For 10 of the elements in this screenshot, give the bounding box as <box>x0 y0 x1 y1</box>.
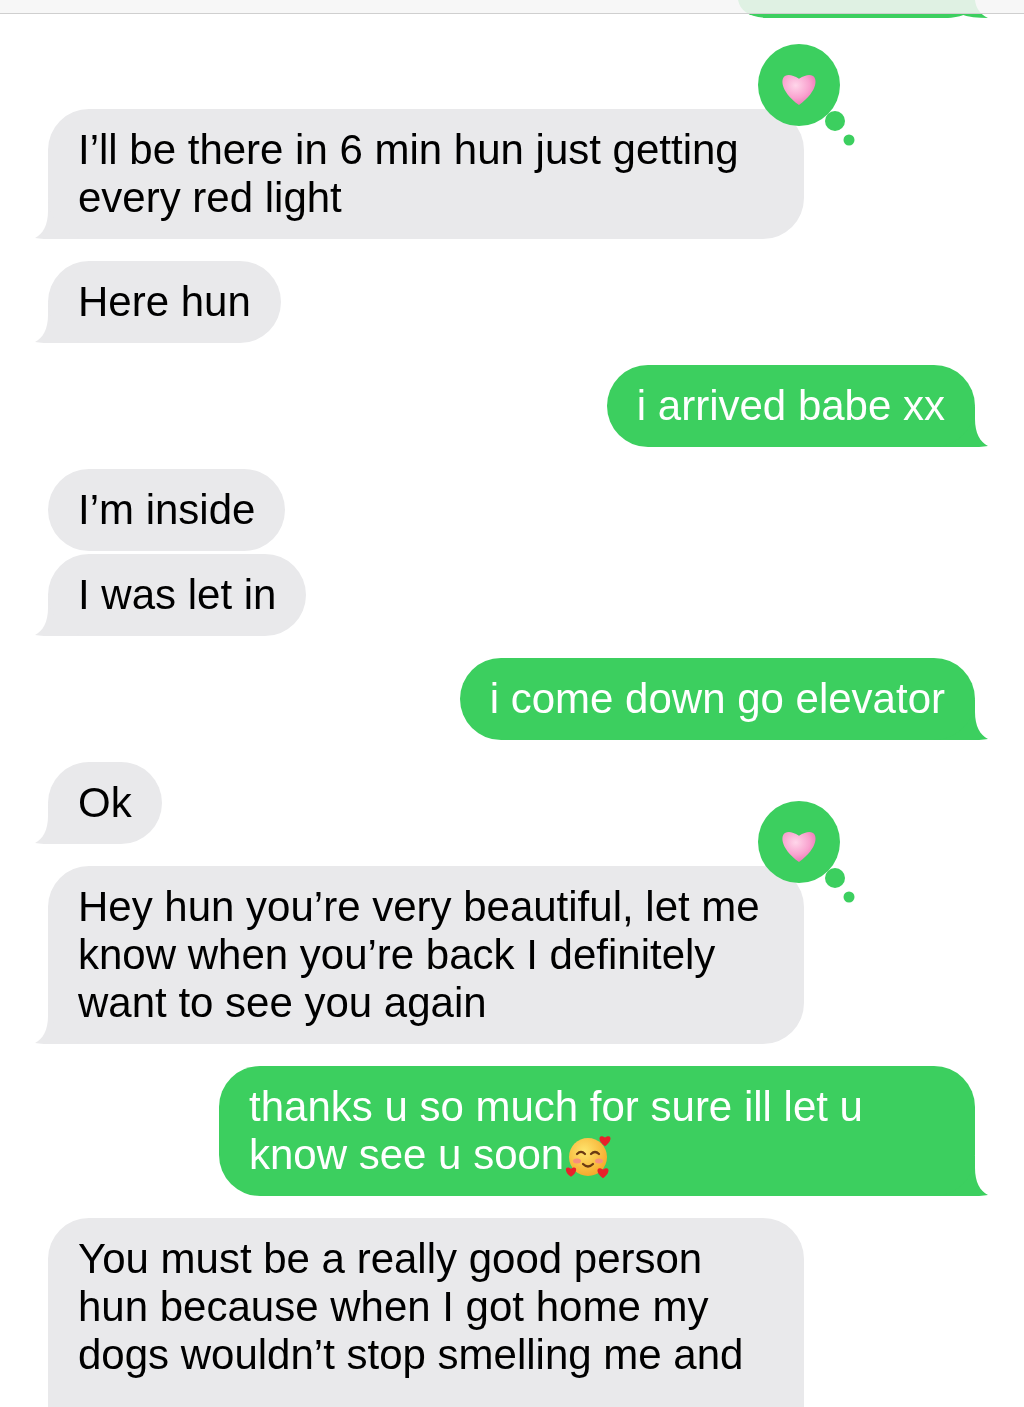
message-text: I’m inside <box>78 486 256 533</box>
message-text: i come down go elevator <box>489 675 945 722</box>
message-text: I was let in <box>78 571 277 618</box>
message-text: Ok <box>78 779 132 826</box>
message-text: I’ll be there in 6 min hun just getting every red light <box>78 126 739 221</box>
message-text: Here hun <box>78 278 251 325</box>
message-text: thanks u so much for sure ill let u know see u soon <box>249 1083 863 1178</box>
message-text: Hey hun you’re very beautiful, let me know when you’re back I definitely want to see you again <box>78 883 760 1026</box>
message-text: i arrived babe xx <box>636 382 945 429</box>
message-text: You must be a really good person hun because when I got home my dogs wouldn’t stop smelling me and <box>78 1235 744 1378</box>
